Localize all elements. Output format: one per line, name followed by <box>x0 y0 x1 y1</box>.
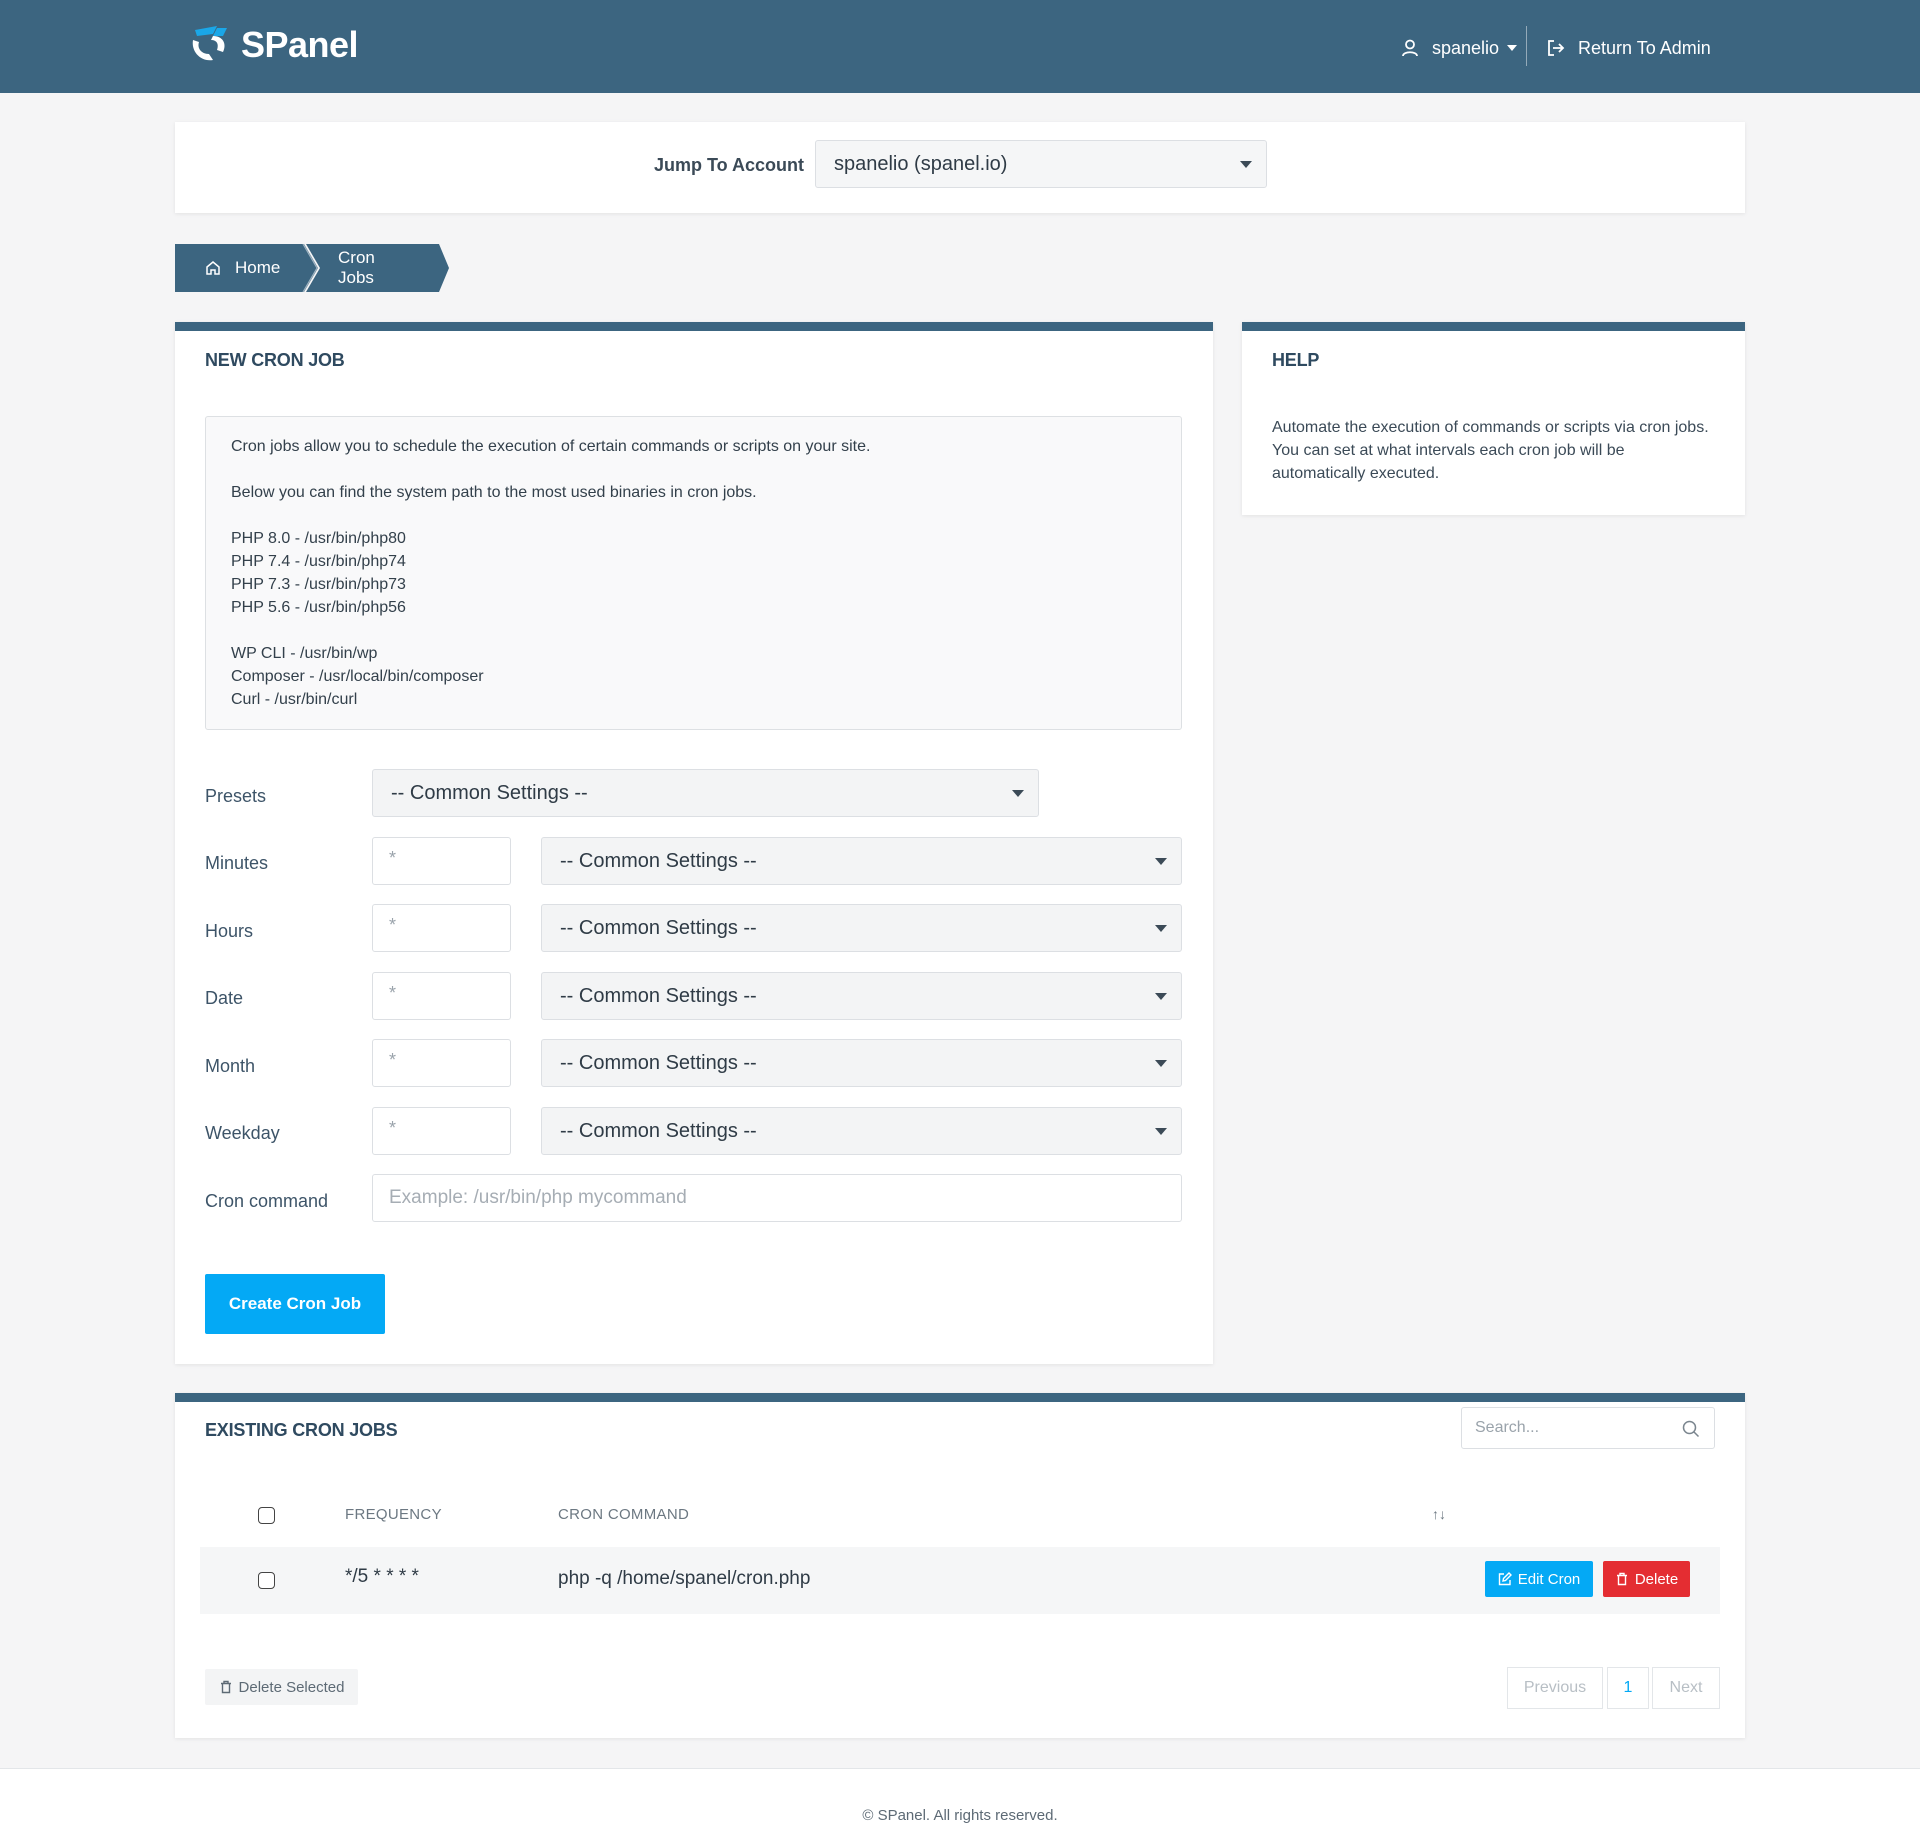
minutes-input[interactable]: * <box>372 837 511 885</box>
pagination-previous[interactable]: Previous <box>1507 1667 1603 1709</box>
edit-cron-button[interactable]: Edit Cron <box>1485 1561 1593 1597</box>
delete-selected-label: Delete Selected <box>238 1678 345 1696</box>
top-navbar: SPanel spanelio Return To Admin <box>0 0 1920 93</box>
brand-logo[interactable]: SPanel <box>187 22 359 68</box>
jump-to-account-label: Jump To Account <box>654 155 804 175</box>
cron-command-input[interactable]: Example: /usr/bin/php mycommand <box>372 1174 1182 1222</box>
select-all-checkbox[interactable] <box>258 1507 275 1524</box>
logout-icon <box>1548 40 1565 56</box>
home-icon <box>206 261 220 275</box>
weekday-label: Weekday <box>205 1123 280 1143</box>
new-cron-job-panel: NEW CRON JOB Cron jobs allow you to sche… <box>175 322 1213 1364</box>
info-curl: Curl - /usr/bin/curl <box>231 691 358 708</box>
hours-label: Hours <box>205 921 254 941</box>
chevron-down-icon <box>1507 45 1518 51</box>
chevron-down-icon <box>1155 925 1167 932</box>
jump-to-account-card: Jump To Account spanelio (spanel.io) <box>175 122 1745 213</box>
date-label: Date <box>205 988 244 1008</box>
month-label: Month <box>205 1056 256 1076</box>
pagination-next[interactable]: Next <box>1652 1667 1720 1709</box>
column-cron-command[interactable]: CRON COMMAND <box>558 1506 689 1523</box>
month-input[interactable]: * <box>372 1039 511 1087</box>
row-cron-command: php -q /home/spanel/cron.php <box>558 1568 811 1589</box>
user-dropdown[interactable]: spanelio <box>1400 30 1518 66</box>
info-intro: Cron jobs allow you to schedule the exec… <box>231 438 871 455</box>
username: spanelio <box>1432 37 1500 58</box>
weekday-input[interactable]: * <box>372 1107 511 1155</box>
info-php73: PHP 7.3 - /usr/bin/php73 <box>231 576 406 593</box>
minutes-label: Minutes <box>205 853 269 873</box>
delete-button[interactable]: Delete <box>1603 1561 1690 1597</box>
user-icon <box>1402 39 1418 57</box>
hours-common-select[interactable]: -- Common Settings -- <box>541 904 1182 952</box>
presets-label: Presets <box>205 786 267 806</box>
breadcrumb-cron-jobs[interactable]: Cron Jobs <box>338 244 375 292</box>
cron-info-box: Cron jobs allow you to schedule the exec… <box>205 416 1182 730</box>
account-select[interactable]: spanelio (spanel.io) <box>815 140 1267 188</box>
weekday-common-value: -- Common Settings -- <box>560 1119 757 1142</box>
help-text: Automate the execution of commands or sc… <box>1272 419 1709 482</box>
panel-accent-bar <box>175 322 1213 331</box>
info-php56: PHP 5.6 - /usr/bin/php56 <box>231 599 406 616</box>
sort-icon[interactable]: ↑↓ <box>1432 1506 1446 1522</box>
chevron-down-icon <box>1012 790 1024 797</box>
info-composer: Composer - /usr/local/bin/composer <box>231 668 484 685</box>
edit-cron-label: Edit Cron <box>1517 1570 1581 1588</box>
row-checkbox[interactable] <box>258 1572 275 1589</box>
date-common-select[interactable]: -- Common Settings -- <box>541 972 1182 1020</box>
brand-name: SPanel <box>241 24 359 65</box>
chevron-down-icon <box>1155 1128 1167 1135</box>
chevron-down-icon <box>1155 993 1167 1000</box>
panel-accent-bar <box>1242 322 1745 331</box>
breadcrumb-current-label: Cron Jobs <box>338 248 375 287</box>
trash-icon <box>1616 1572 1627 1586</box>
weekday-common-select[interactable]: -- Common Settings -- <box>541 1107 1182 1155</box>
breadcrumb-home[interactable]: Home <box>205 244 280 292</box>
return-to-admin-label: Return To Admin <box>1578 37 1711 58</box>
presets-select[interactable]: -- Common Settings -- <box>372 769 1039 817</box>
search-input[interactable]: Search... <box>1461 1407 1715 1449</box>
divider <box>1526 26 1527 66</box>
minutes-common-value: -- Common Settings -- <box>560 849 757 872</box>
hours-common-value: -- Common Settings -- <box>560 916 757 939</box>
presets-select-value: -- Common Settings -- <box>391 781 588 804</box>
cron-command-label: Cron command <box>205 1191 329 1211</box>
trash-icon <box>220 1680 231 1694</box>
info-wpcli: WP CLI - /usr/bin/wp <box>231 645 378 662</box>
create-cron-job-button[interactable]: Create Cron Job <box>205 1274 385 1334</box>
chevron-down-icon <box>1155 1060 1167 1067</box>
date-input[interactable]: * <box>372 972 511 1020</box>
spanel-logo-icon <box>192 26 227 61</box>
copyright-text: © SPanel. All rights reserved. <box>862 1807 1058 1824</box>
date-common-value: -- Common Settings -- <box>560 984 757 1007</box>
row-frequency: */5 * * * * <box>345 1566 419 1587</box>
return-to-admin-link[interactable]: Return To Admin <box>1546 30 1711 66</box>
month-common-select[interactable]: -- Common Settings -- <box>541 1039 1182 1087</box>
minutes-common-select[interactable]: -- Common Settings -- <box>541 837 1182 885</box>
delete-label: Delete <box>1634 1570 1679 1588</box>
info-paths-intro: Below you can find the system path to th… <box>231 484 757 501</box>
footer: © SPanel. All rights reserved. <box>0 1768 1920 1840</box>
chevron-down-icon <box>1240 161 1252 168</box>
breadcrumb-home-label: Home <box>235 258 281 277</box>
help-panel: HELP Automate the execution of commands … <box>1242 322 1745 515</box>
existing-cron-jobs-panel: EXISTING CRON JOBS Search... FREQUENCY C… <box>175 1393 1745 1738</box>
new-cron-job-title: NEW CRON JOB <box>205 350 345 370</box>
pagination-page-1[interactable]: 1 <box>1607 1667 1649 1709</box>
info-php74: PHP 7.4 - /usr/bin/php74 <box>231 553 406 570</box>
delete-selected-button[interactable]: Delete Selected <box>205 1669 358 1705</box>
account-select-value: spanelio (spanel.io) <box>834 152 1008 175</box>
existing-cron-jobs-title: EXISTING CRON JOBS <box>205 1420 398 1440</box>
panel-accent-bar <box>175 1393 1745 1402</box>
help-title: HELP <box>1272 350 1320 370</box>
hours-input[interactable]: * <box>372 904 511 952</box>
month-common-value: -- Common Settings -- <box>560 1051 757 1074</box>
search-placeholder: Search... <box>1475 1419 1540 1436</box>
column-frequency[interactable]: FREQUENCY <box>345 1506 442 1523</box>
search-icon <box>1682 1420 1700 1438</box>
info-php80: PHP 8.0 - /usr/bin/php80 <box>231 530 406 547</box>
edit-icon <box>1498 1572 1512 1586</box>
chevron-down-icon <box>1155 858 1167 865</box>
